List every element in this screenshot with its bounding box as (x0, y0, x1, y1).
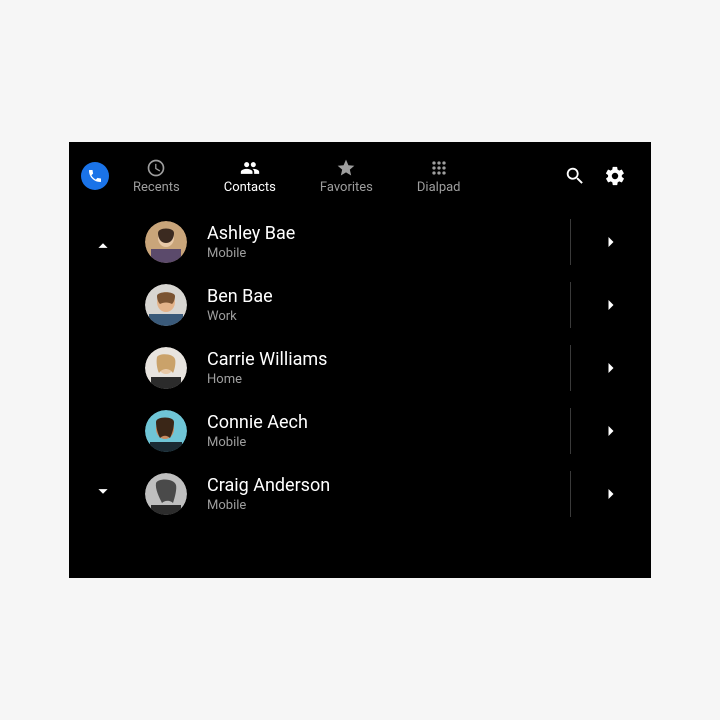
gear-icon (604, 165, 626, 187)
tab-favorites-label: Favorites (320, 180, 373, 195)
contact-text: Ben Bae Work (207, 286, 550, 324)
contact-row[interactable]: Ashley Bae Mobile (145, 210, 651, 273)
contact-text: Carrie Williams Home (207, 349, 550, 387)
chevron-right-icon (601, 358, 621, 378)
contact-name: Ashley Bae (207, 223, 550, 244)
phone-app-screen: Recents Contacts Favorites Dialpad (69, 142, 651, 578)
contacts-list: Ashley Bae Mobile Ben Bae Work (69, 210, 651, 525)
contact-detail-button[interactable] (591, 285, 631, 325)
contact-name: Connie Aech (207, 412, 550, 433)
avatar (145, 410, 187, 452)
contact-type: Home (207, 372, 550, 387)
search-icon (564, 165, 586, 187)
tab-recents-label: Recents (133, 180, 180, 195)
search-button[interactable] (555, 156, 595, 196)
contact-detail-button[interactable] (591, 348, 631, 388)
chevron-right-icon (601, 484, 621, 504)
row-divider (570, 219, 571, 265)
contact-text: Ashley Bae Mobile (207, 223, 550, 261)
avatar (145, 284, 187, 326)
settings-button[interactable] (595, 156, 635, 196)
contact-row[interactable]: Connie Aech Mobile (145, 399, 651, 462)
tab-recents[interactable]: Recents (125, 158, 188, 195)
contact-text: Craig Anderson Mobile (207, 475, 550, 513)
tab-dialpad-label: Dialpad (417, 180, 461, 195)
avatar (145, 347, 187, 389)
tab-bar: Recents Contacts Favorites Dialpad (125, 158, 469, 195)
contact-detail-button[interactable] (591, 222, 631, 262)
contact-name: Carrie Williams (207, 349, 550, 370)
contact-type: Work (207, 309, 550, 324)
contact-text: Connie Aech Mobile (207, 412, 550, 450)
tab-dialpad[interactable]: Dialpad (409, 158, 469, 195)
chevron-right-icon (601, 232, 621, 252)
row-divider (570, 408, 571, 454)
row-divider (570, 282, 571, 328)
dialpad-icon (429, 158, 449, 178)
phone-icon (87, 168, 103, 184)
tab-favorites[interactable]: Favorites (312, 158, 381, 195)
row-divider (570, 345, 571, 391)
avatar (145, 221, 187, 263)
people-icon (240, 158, 260, 178)
contact-detail-button[interactable] (591, 411, 631, 451)
chevron-right-icon (601, 295, 621, 315)
chevron-right-icon (601, 421, 621, 441)
avatar (145, 473, 187, 515)
contact-type: Mobile (207, 435, 550, 450)
tab-contacts-label: Contacts (224, 180, 276, 195)
contact-row[interactable]: Craig Anderson Mobile (145, 462, 651, 525)
contact-name: Ben Bae (207, 286, 550, 307)
contact-type: Mobile (207, 498, 550, 513)
phone-app-icon[interactable] (81, 162, 109, 190)
contact-detail-button[interactable] (591, 474, 631, 514)
contact-row[interactable]: Carrie Williams Home (145, 336, 651, 399)
contact-row[interactable]: Ben Bae Work (145, 273, 651, 336)
contact-type: Mobile (207, 246, 550, 261)
tab-contacts[interactable]: Contacts (216, 158, 284, 195)
contact-name: Craig Anderson (207, 475, 550, 496)
star-icon (336, 158, 356, 178)
row-divider (570, 471, 571, 517)
top-bar: Recents Contacts Favorites Dialpad (69, 142, 651, 210)
clock-icon (146, 158, 166, 178)
